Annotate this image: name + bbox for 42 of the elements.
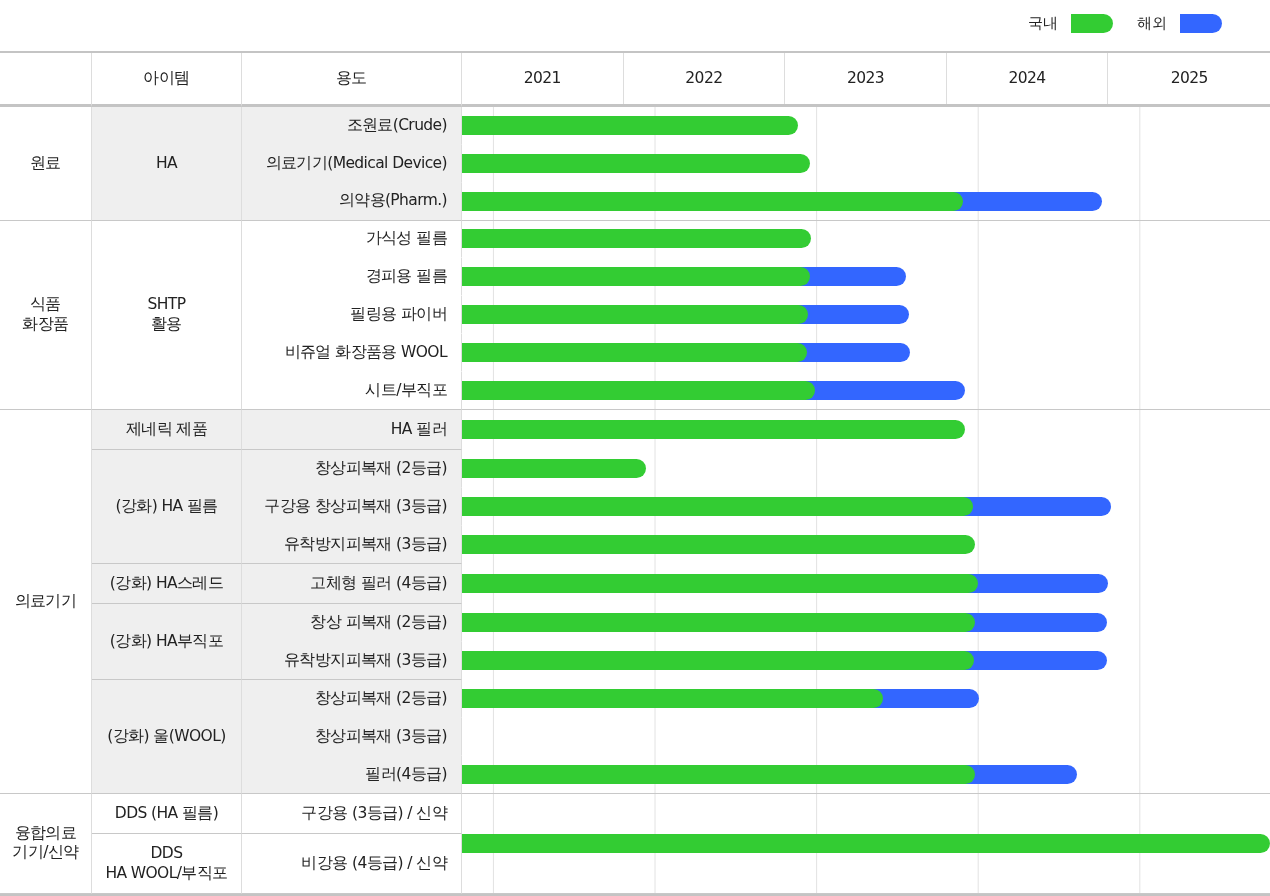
year-header: 2024 [1008, 69, 1046, 88]
usage-label: 창상피복재 (2등급) [314, 459, 448, 479]
usage-label: 가식성 필름 [365, 229, 448, 249]
usage-label: 필러(4등급) [365, 764, 448, 785]
item-label: DDS (HA 필름) [92, 793, 242, 835]
usage-label: 의약용(Pharm.) [338, 191, 448, 211]
item-label: (강화) 울(WOOL) [92, 680, 242, 794]
item-label: HA [92, 106, 242, 221]
year-header: 2022 [685, 69, 723, 88]
year-header: 2023 [846, 69, 884, 88]
usage-label: 시트/부직포 [365, 380, 448, 401]
item-label: (강화) HA스레드 [92, 564, 242, 605]
column-header: 아이템 [143, 67, 190, 89]
item-label: (강화) HA부직포 [92, 604, 242, 681]
usage-label: 조원료(Crude) [346, 115, 448, 135]
usage-label: 비쥬얼 화장품용 WOOL [284, 342, 449, 363]
column-header: 용도 [336, 67, 367, 89]
item-label: 제네릭 제품 [92, 410, 242, 451]
usage-label: 창상피복재 (2등급) [314, 688, 448, 709]
usage-label: 유착방지피복재 (3등급) [283, 534, 448, 555]
category-label: 식품 화장품 [0, 220, 92, 410]
legend-label: 국내 [1028, 14, 1057, 34]
usage-label: 경피용 필름 [365, 267, 448, 287]
usage-label: 구강용 창상피복재 (3등급) [264, 497, 448, 517]
usage-label: 구강용 (3등급) / 신약 [301, 803, 449, 824]
category-label: 의료기기 [0, 410, 92, 794]
usage-label: 창상피복재 (3등급) [314, 726, 448, 747]
item-label: DDS HA WOOL/부직포 [92, 834, 242, 894]
item-label: (강화) HA 필름 [92, 450, 242, 565]
usage-label: 유착방지피복재 (3등급) [283, 651, 448, 671]
year-header: 2021 [523, 69, 561, 88]
item-label: SHTP 활용 [92, 220, 242, 410]
usage-label: 의료기기(Medical Device) [265, 153, 448, 173]
usage-label: 필링용 파이버 [350, 305, 448, 325]
usage-label: 고체형 필러 (4등급) [310, 574, 448, 594]
category-label: 융합의료 기기/신약 [0, 793, 92, 894]
category-label: 원료 [0, 106, 92, 221]
year-header: 2025 [1170, 69, 1208, 88]
usage-label: 창상 피복재 (2등급) [310, 613, 448, 633]
usage-label: 비강용 (4등급) / 신약 [301, 853, 449, 874]
usage-label: HA 필러 [390, 420, 448, 440]
legend-label: 해외 [1137, 14, 1166, 34]
